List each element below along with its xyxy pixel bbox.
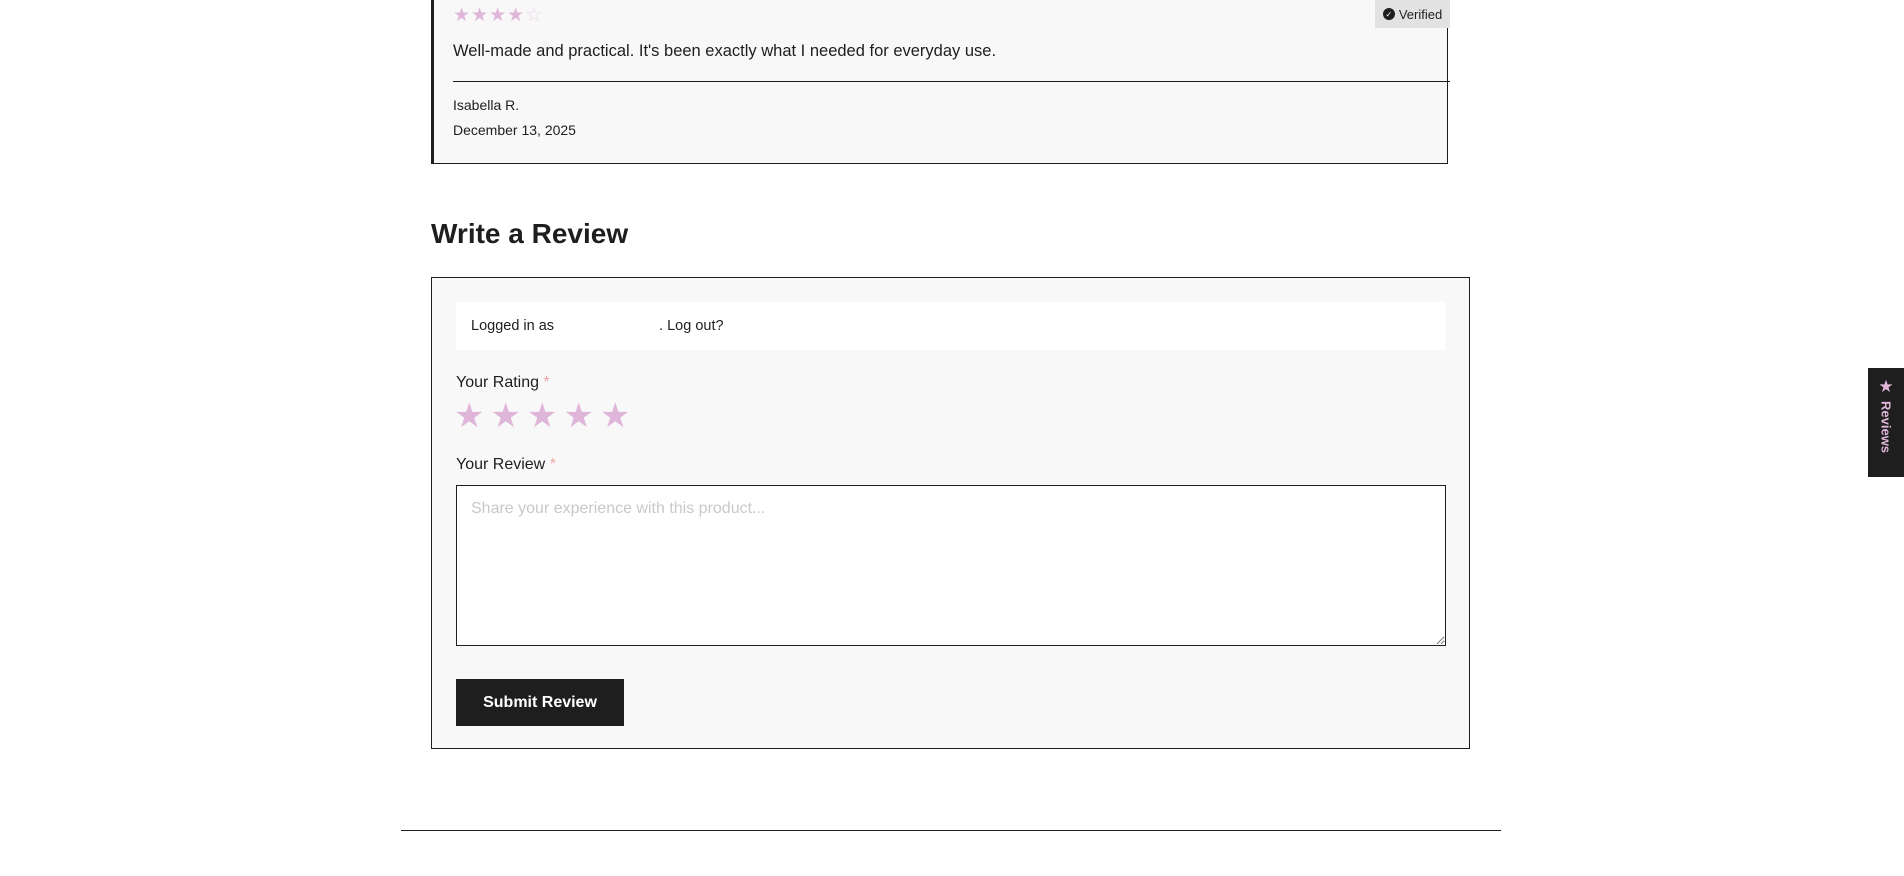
logged-in-notice: Logged in as . Log out? [456, 302, 1446, 350]
star-icon[interactable]: ★ [454, 399, 484, 433]
review-author: Isabella R. [453, 97, 520, 113]
write-review-heading: Write a Review [431, 218, 629, 249]
submit-review-button[interactable]: Submit Review [456, 679, 624, 726]
required-mark: * [549, 456, 556, 473]
verified-badge: ✓ Verified [1375, 0, 1450, 28]
review-label: Your Review * [456, 456, 556, 474]
reviews-side-tab[interactable]: ★ Reviews [1868, 368, 1904, 477]
review-textarea[interactable] [456, 485, 1446, 646]
logged-in-text: Logged in as [471, 318, 555, 334]
star-icon[interactable]: ★ [527, 399, 557, 433]
review-text: Well-made and practical. It's been exact… [453, 42, 997, 60]
star-empty-icon: ☆ [525, 5, 544, 26]
required-mark: * [543, 374, 550, 391]
verified-label: Verified [1398, 6, 1443, 22]
review-card [431, 0, 1448, 164]
review-divider [453, 81, 1450, 82]
check-circle-icon: ✓ [1382, 8, 1395, 20]
footer-divider [401, 830, 1501, 831]
star-icon[interactable]: ★ [600, 399, 630, 433]
review-label-text: Your Review [456, 456, 546, 473]
reviews-tab-label: Reviews [1878, 401, 1894, 454]
logout-link[interactable]: . Log out? [659, 318, 724, 334]
rating-label-text: Your Rating [456, 374, 540, 391]
review-rating-stars: ★★★★☆ [453, 4, 543, 27]
star-icon[interactable]: ★ [563, 399, 593, 433]
star-icon: ★ [1878, 377, 1894, 396]
rating-input[interactable]: ★ ★ ★ ★ ★ [454, 399, 630, 433]
star-filled-icon: ★★★★ [453, 5, 526, 26]
rating-label: Your Rating * [456, 374, 550, 392]
review-date: December 13, 2025 [453, 122, 576, 138]
star-icon[interactable]: ★ [490, 399, 520, 433]
